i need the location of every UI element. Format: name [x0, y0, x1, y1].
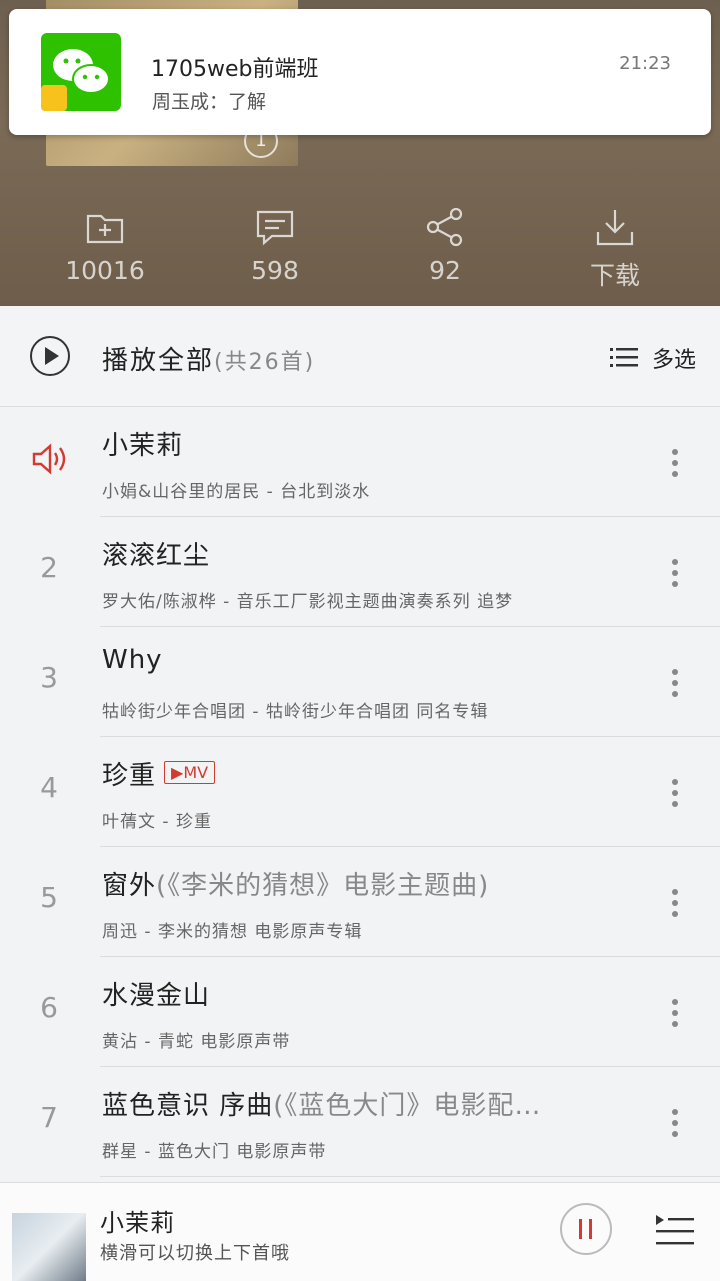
song-subtitle: 罗大佑/陈淑桦 - 音乐工厂影视主题曲演奏系列 追梦 — [102, 592, 514, 612]
collect-count: 10016 — [65, 256, 145, 285]
song-count: (共26首) — [214, 350, 316, 375]
song-number: 6 — [40, 991, 58, 1024]
mv-badge[interactable]: ▶MV — [164, 761, 216, 784]
now-playing-thumbnail[interactable] — [12, 1213, 86, 1281]
wechat-notification[interactable]: 1705web前端班 周玉成：了解 21:23 — [9, 9, 711, 135]
download-icon — [596, 210, 634, 246]
playlist-queue-icon[interactable] — [654, 1213, 694, 1247]
song-number: 5 — [40, 881, 58, 914]
folder-add-icon — [86, 214, 124, 244]
song-number: 3 — [40, 661, 58, 694]
more-options-icon[interactable] — [672, 669, 678, 702]
share-count: 92 — [429, 256, 461, 285]
mini-player[interactable]: 小茉莉 横滑可以切换上下首哦 — [0, 1182, 720, 1281]
song-title: 窗外(《李米的猜想》电影主题曲) — [102, 871, 490, 901]
song-title: 珍重 ▶MV — [102, 755, 216, 792]
notification-title: 1705web前端班 — [151, 57, 319, 82]
download-button[interactable]: 下载 — [530, 206, 700, 296]
more-options-icon[interactable] — [672, 559, 678, 592]
song-row[interactable]: 4 珍重 ▶MV 叶蒨文 - 珍重 — [0, 737, 720, 847]
song-subtitle: 群星 - 蓝色大门 电影原声带 — [102, 1142, 327, 1162]
play-all-button[interactable]: 播放全部(共26首) — [102, 340, 315, 377]
more-options-icon[interactable] — [672, 449, 678, 482]
song-row[interactable]: 2 滚滚红尘 罗大佑/陈淑桦 - 音乐工厂影视主题曲演奏系列 追梦 — [0, 517, 720, 627]
song-row[interactable]: 小茉莉 小娟&山谷里的居民 - 台北到淡水 — [0, 407, 720, 517]
song-title: 滚滚红尘 — [102, 541, 211, 571]
song-row[interactable]: 6 水漫金山 黄沾 - 青蛇 电影原声带 — [0, 957, 720, 1067]
song-subtitle: 牯岭街少年合唱团 - 牯岭街少年合唱团 同名专辑 — [102, 702, 489, 722]
notification-time: 21:23 — [619, 53, 671, 74]
more-options-icon[interactable] — [672, 889, 678, 922]
now-playing-hint: 横滑可以切换上下首哦 — [100, 1243, 290, 1264]
multi-select-label: 多选 — [652, 348, 697, 373]
song-subtitle: 小娟&山谷里的居民 - 台北到淡水 — [102, 482, 371, 502]
speaker-playing-icon — [32, 443, 66, 475]
notification-message: 周玉成：了解 — [152, 91, 267, 113]
play-all-icon[interactable] — [30, 336, 70, 376]
song-subtitle: 周迅 - 李米的猜想 电影原声专辑 — [102, 922, 363, 942]
share-icon — [426, 207, 463, 247]
song-title: 小茉莉 — [102, 431, 184, 461]
play-all-label: 播放全部 — [102, 346, 215, 376]
list-icon — [610, 348, 638, 367]
song-subtitle: 黄沾 - 青蛇 电影原声带 — [102, 1032, 291, 1052]
comment-count: 598 — [251, 256, 299, 285]
song-number: 2 — [40, 551, 58, 584]
comment-icon — [256, 210, 294, 246]
song-list: 小茉莉 小娟&山谷里的居民 - 台北到淡水 2 滚滚红尘 罗大佑/陈淑桦 - 音… — [0, 407, 720, 1177]
share-button[interactable]: 92 — [360, 206, 530, 296]
wechat-icon — [41, 33, 121, 111]
app-badge-icon — [41, 85, 67, 111]
song-number: 4 — [40, 771, 58, 804]
song-title: 蓝色意识 序曲(《蓝色大门》电影配… — [102, 1091, 542, 1121]
more-options-icon[interactable] — [672, 779, 678, 812]
song-row[interactable]: 3 Why 牯岭街少年合唱团 - 牯岭街少年合唱团 同名专辑 — [0, 627, 720, 737]
more-options-icon[interactable] — [672, 1109, 678, 1142]
multi-select-button[interactable]: 多选 — [610, 342, 696, 374]
song-title: Why — [102, 645, 163, 675]
collect-button[interactable]: 10016 — [20, 206, 190, 296]
song-subtitle: 叶蒨文 - 珍重 — [102, 812, 212, 832]
stats-bar: 10016 598 92 下载 — [0, 206, 720, 296]
pause-button[interactable] — [560, 1203, 612, 1255]
comment-button[interactable]: 598 — [190, 206, 360, 296]
now-playing-title: 小茉莉 — [100, 1209, 175, 1237]
download-label: 下载 — [589, 261, 640, 290]
song-title: 水漫金山 — [102, 981, 211, 1011]
more-options-icon[interactable] — [672, 999, 678, 1032]
play-all-bar: 播放全部(共26首) 多选 — [0, 306, 720, 407]
song-row[interactable]: 5 窗外(《李米的猜想》电影主题曲) 周迅 - 李米的猜想 电影原声专辑 — [0, 847, 720, 957]
song-row[interactable]: 7 蓝色意识 序曲(《蓝色大门》电影配… 群星 - 蓝色大门 电影原声带 — [0, 1067, 720, 1177]
song-number: 7 — [40, 1101, 58, 1134]
